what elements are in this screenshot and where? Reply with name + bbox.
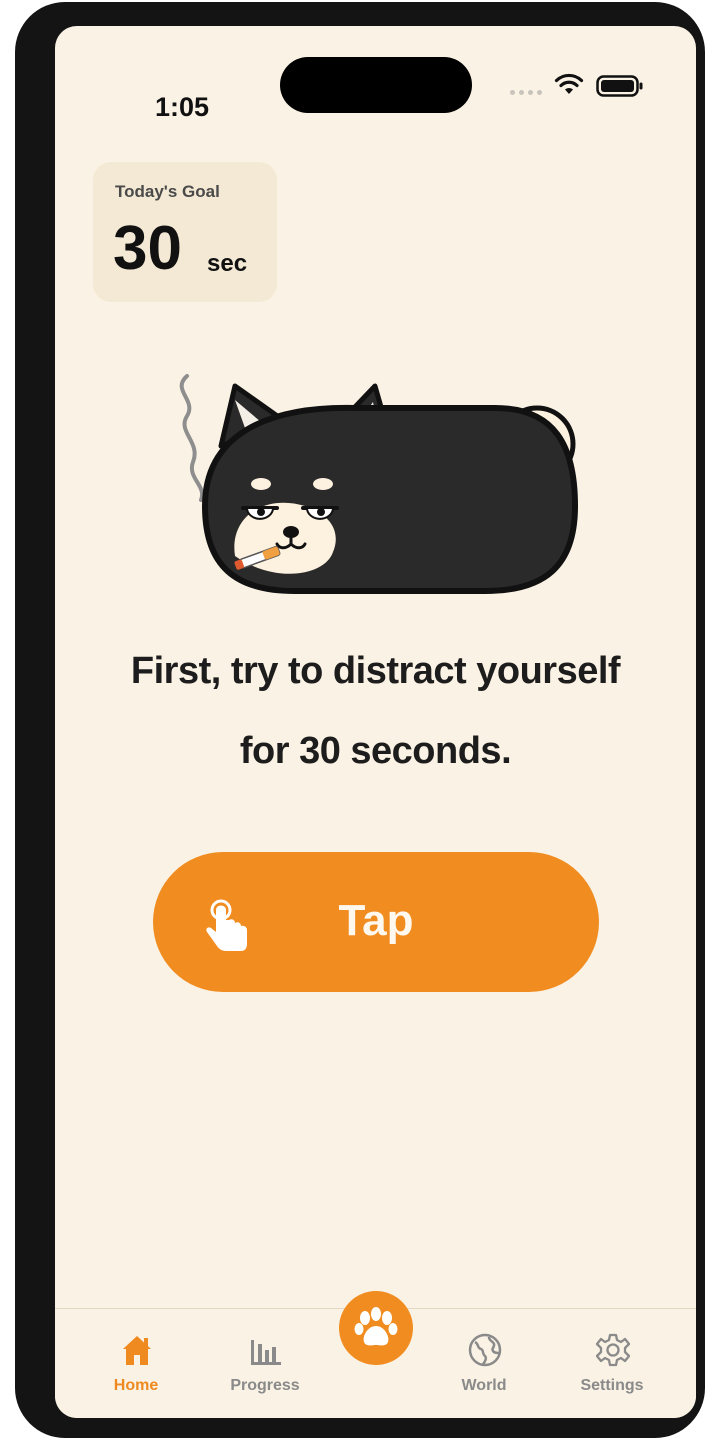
dynamic-island bbox=[280, 57, 472, 113]
gear-icon bbox=[595, 1333, 631, 1367]
tap-button[interactable]: Tap bbox=[153, 852, 599, 992]
message-line-2: for 30 seconds. bbox=[239, 730, 512, 772]
globe-icon bbox=[468, 1333, 502, 1367]
goal-label: Today's Goal bbox=[115, 182, 220, 201]
tab-settings-label: Settings bbox=[580, 1377, 644, 1394]
goal-value: 30 bbox=[113, 214, 182, 283]
tab-progress[interactable]: Progress bbox=[210, 1329, 320, 1399]
phone-frame: 1:05 Today's Goal 30 sec First, try to d… bbox=[15, 2, 705, 1438]
screen: 1:05 Today's Goal 30 sec First, try to d… bbox=[55, 26, 696, 1418]
tab-home[interactable]: Home bbox=[81, 1329, 191, 1399]
wifi-icon bbox=[554, 73, 584, 94]
tab-home-label: Home bbox=[113, 1377, 159, 1394]
signal-icon bbox=[510, 90, 544, 96]
paw-icon bbox=[354, 1307, 398, 1346]
bar-chart-icon bbox=[251, 1340, 281, 1365]
tab-world[interactable]: World bbox=[429, 1329, 539, 1399]
goal-card: Today's Goal 30 sec bbox=[93, 162, 277, 302]
battery-icon bbox=[596, 75, 643, 97]
status-time: 1:05 bbox=[154, 92, 210, 122]
tab-bar: Home Progress World Settings bbox=[55, 1291, 696, 1418]
message-line-1: First, try to distract yourself bbox=[130, 650, 621, 692]
tab-progress-label: Progress bbox=[230, 1377, 300, 1394]
tap-label: Tap bbox=[338, 896, 414, 945]
dog-mascot-illustration bbox=[179, 374, 579, 594]
tab-settings[interactable]: Settings bbox=[557, 1329, 667, 1399]
paw-button[interactable] bbox=[339, 1291, 413, 1365]
goal-unit: sec bbox=[207, 250, 248, 277]
home-icon bbox=[123, 1336, 151, 1365]
tab-world-label: World bbox=[461, 1377, 507, 1394]
